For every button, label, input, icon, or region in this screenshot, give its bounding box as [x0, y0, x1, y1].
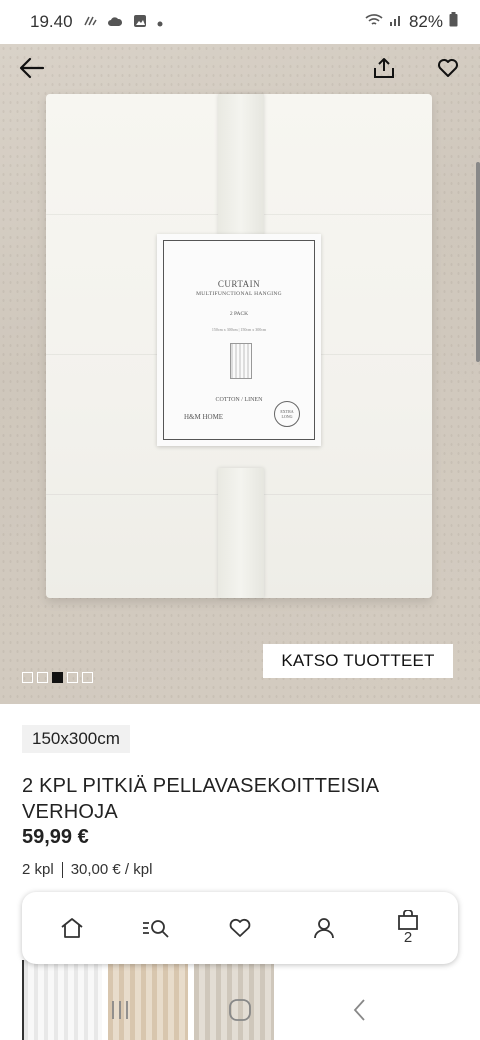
product-title: 2 KPL PITKIÄ PELLAVASEKOITTEISIA VERHOJA: [22, 775, 379, 823]
carousel-dot[interactable]: [82, 672, 93, 683]
unit-price-line: 2 kpl 30,00 € / kpl: [22, 861, 152, 878]
recents-icon: [112, 1001, 128, 1019]
fabric-band-top: [218, 94, 264, 236]
curtain-illustration-icon: [230, 343, 252, 379]
product-tag: CURTAIN MULTIFUNCTIONAL HANGING 2 PACK 1…: [157, 234, 321, 446]
nav-bag[interactable]: 2: [378, 900, 438, 956]
image-scrollbar[interactable]: [476, 162, 480, 362]
signal-dots-icon: [83, 15, 97, 30]
nav-search[interactable]: [126, 900, 186, 956]
share-button[interactable]: [364, 48, 404, 88]
tag-brand: H&M HOME: [184, 413, 224, 421]
carousel-dot[interactable]: [37, 672, 48, 683]
favorite-button[interactable]: [428, 48, 468, 88]
bottom-navigation: 2: [22, 892, 458, 964]
back-system-button[interactable]: [335, 985, 385, 1035]
badge-line-2: LONG: [281, 413, 293, 419]
user-icon: [314, 918, 334, 939]
wifi-icon: [365, 12, 383, 32]
see-products-button[interactable]: KATSO TUOTTEET: [263, 644, 453, 678]
system-navigation: [0, 980, 480, 1040]
bag-count-badge: 2: [403, 929, 413, 946]
arrow-left-icon: [19, 57, 45, 79]
home-circle-icon: [229, 999, 251, 1021]
tag-sizes: 150cm x 300cm | 150cm x 300cm: [211, 327, 267, 332]
tag-subtitle: MULTIFUNCTIONAL HANGING: [196, 291, 282, 297]
bag-icon: [398, 910, 418, 930]
nav-home[interactable]: [42, 900, 102, 956]
tag-pack: 2 PACK: [229, 311, 249, 317]
unit-price: 30,00 € / kpl: [70, 861, 153, 878]
nav-account[interactable]: [294, 900, 354, 956]
nav-favorites[interactable]: [210, 900, 270, 956]
carousel-indicator: [22, 672, 93, 683]
gallery-icon: [133, 14, 147, 31]
extra-long-badge: EXTRA LONG: [274, 401, 300, 427]
recents-button[interactable]: [95, 985, 145, 1035]
heart-icon: [438, 59, 458, 77]
carousel-dot[interactable]: [22, 672, 33, 683]
home-system-button[interactable]: [215, 985, 265, 1035]
status-bar: 19.40 82%: [0, 0, 480, 44]
quantity: 2 kpl: [22, 861, 54, 878]
share-icon: [374, 58, 394, 78]
back-chevron-icon: [353, 999, 365, 1021]
back-button[interactable]: [12, 48, 52, 88]
carousel-dot[interactable]: [67, 672, 78, 683]
search-icon: [143, 920, 169, 938]
heart-icon: [229, 918, 251, 937]
tag-title: CURTAIN: [217, 279, 261, 289]
cloud-icon: [107, 15, 123, 30]
divider: [61, 861, 63, 878]
carousel-dot-active[interactable]: [52, 672, 63, 683]
battery-icon: [449, 12, 458, 32]
battery-percent: 82%: [408, 12, 443, 31]
size-chip[interactable]: 150x300cm: [22, 725, 130, 753]
product-price: 59,99 €: [22, 826, 89, 848]
notification-dot-icon: [157, 15, 163, 30]
status-time: 19.40: [30, 12, 73, 31]
home-icon: [61, 918, 83, 938]
cell-signal-icon: [389, 12, 403, 32]
product-image-carousel[interactable]: CURTAIN MULTIFUNCTIONAL HANGING 2 PACK 1…: [0, 44, 480, 704]
fabric-band-bottom: [218, 468, 264, 598]
